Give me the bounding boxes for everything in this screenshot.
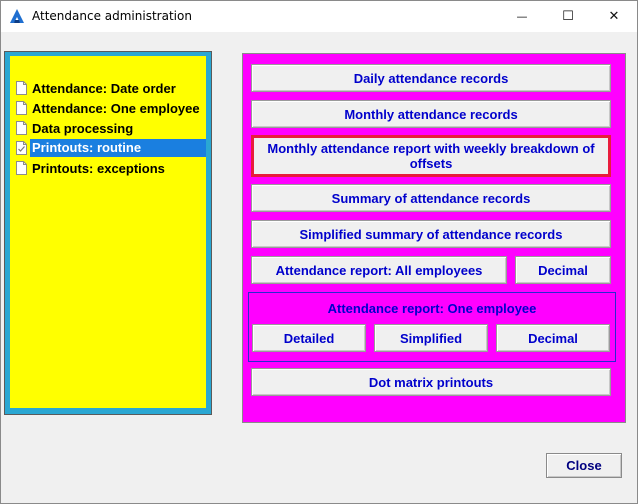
- tree-item-label: Attendance: One employee: [32, 100, 200, 116]
- app-logo-icon: [10, 9, 24, 23]
- simplified-summary-button[interactable]: Simplified summary of attendance records: [251, 220, 611, 248]
- close-button[interactable]: Close: [546, 453, 622, 478]
- tree-item-attendance-one-employee[interactable]: Attendance: One employee: [16, 98, 206, 118]
- maximize-button[interactable]: ☐: [545, 1, 591, 32]
- dot-matrix-printouts-button[interactable]: Dot matrix printouts: [251, 368, 611, 396]
- minimize-button[interactable]: —: [499, 1, 545, 32]
- all-employees-decimal-button[interactable]: Decimal: [515, 256, 611, 284]
- close-window-button[interactable]: ✕: [591, 1, 637, 32]
- monthly-weekly-breakdown-button[interactable]: Monthly attendance report with weekly br…: [251, 135, 611, 177]
- title-bar[interactable]: Attendance administration — ☐ ✕: [1, 1, 637, 32]
- monthly-attendance-records-button[interactable]: Monthly attendance records: [251, 100, 611, 128]
- tree-item-label: Printouts: routine: [30, 139, 206, 157]
- attendance-window: Attendance administration — ☐ ✕ Attendan…: [0, 0, 638, 504]
- one-employee-group-title: Attendance report: One employee: [327, 301, 537, 316]
- summary-attendance-records-button[interactable]: Summary of attendance records: [251, 184, 611, 212]
- document-checked-icon: [16, 141, 27, 155]
- tree-item-printouts-exceptions[interactable]: Printouts: exceptions: [16, 158, 206, 178]
- tree-item-label: Attendance: Date order: [32, 80, 176, 96]
- menu-tree: Attendance: Date order Attendance: One e…: [10, 56, 206, 408]
- one-employee-decimal-button[interactable]: Decimal: [496, 324, 610, 352]
- one-employee-group: Attendance report: One employee Detailed…: [248, 292, 616, 362]
- document-icon: [16, 101, 27, 115]
- one-employee-simplified-button[interactable]: Simplified: [374, 324, 488, 352]
- window-title: Attendance administration: [32, 9, 192, 23]
- tree-item-attendance-date-order[interactable]: Attendance: Date order: [16, 78, 206, 98]
- document-icon: [16, 161, 27, 175]
- printouts-panel: Daily attendance records Monthly attenda…: [242, 53, 626, 423]
- maximize-icon: ☐: [562, 9, 574, 24]
- document-icon: [16, 81, 27, 95]
- tree-item-label: Printouts: exceptions: [32, 160, 165, 176]
- tree-item-label: Data processing: [32, 120, 134, 136]
- daily-attendance-records-button[interactable]: Daily attendance records: [251, 64, 611, 92]
- menu-tree-frame: Attendance: Date order Attendance: One e…: [4, 51, 212, 415]
- all-employees-report-button[interactable]: Attendance report: All employees: [251, 256, 507, 284]
- tree-item-printouts-routine[interactable]: Printouts: routine: [16, 138, 206, 158]
- one-employee-detailed-button[interactable]: Detailed: [252, 324, 366, 352]
- minimize-icon: —: [516, 10, 528, 23]
- tree-item-data-processing[interactable]: Data processing: [16, 118, 206, 138]
- close-icon: ✕: [608, 9, 620, 24]
- document-icon: [16, 121, 27, 135]
